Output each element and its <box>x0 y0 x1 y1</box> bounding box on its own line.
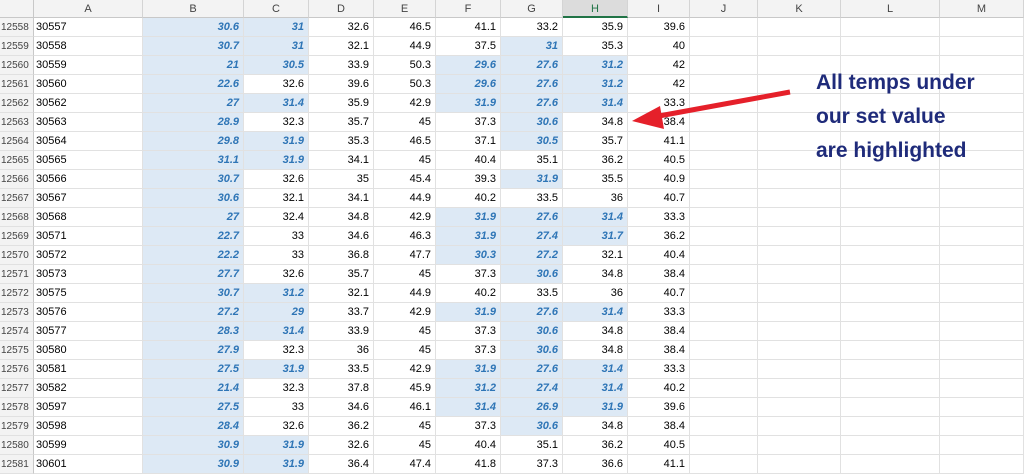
annotation-arrow <box>632 89 791 129</box>
arrow-head <box>632 106 664 129</box>
arrow-shaft <box>647 89 791 121</box>
